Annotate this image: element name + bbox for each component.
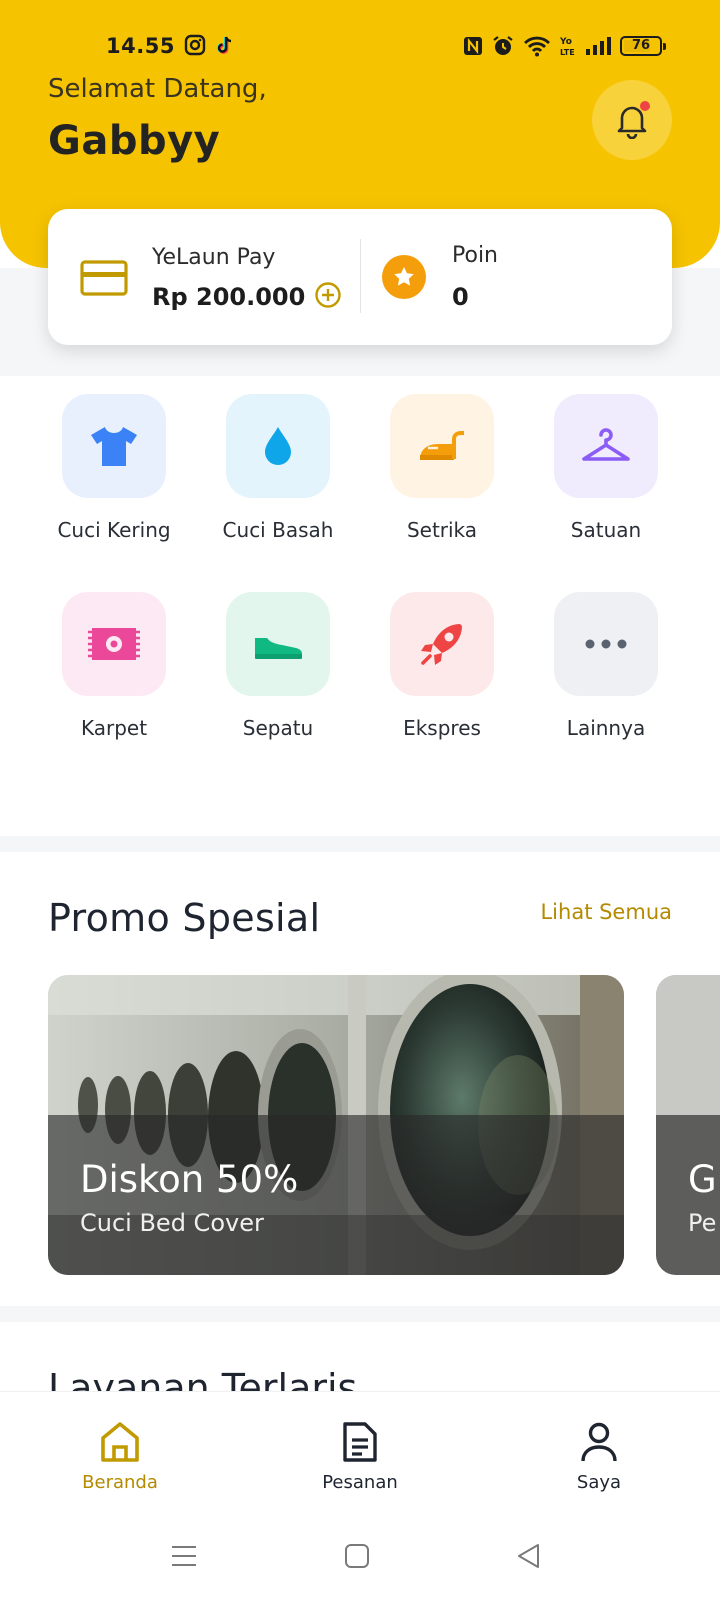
notification-button[interactable] xyxy=(592,80,672,160)
points-badge[interactable] xyxy=(382,255,426,299)
shoe-icon xyxy=(255,637,302,659)
shirt-icon xyxy=(91,427,137,466)
section-divider xyxy=(0,836,720,852)
service-label: Sepatu xyxy=(242,716,314,740)
wallet-card: YeLaun Pay Rp 200.000 Poin 0 xyxy=(48,209,672,345)
home-icon xyxy=(101,1422,139,1462)
iron-icon xyxy=(420,431,464,460)
svg-text:Yo: Yo xyxy=(560,37,572,47)
document-icon xyxy=(343,1422,377,1462)
instagram-icon xyxy=(184,34,206,56)
volte-icon: YoLTE xyxy=(560,37,575,57)
service-lainnya[interactable]: Lainnya xyxy=(531,592,681,740)
card-divider xyxy=(360,239,361,313)
rocket-icon xyxy=(421,624,462,665)
nav-pesanan[interactable]: Pesanan xyxy=(300,1420,420,1493)
promo-card[interactable]: G Pe xyxy=(656,975,720,1275)
service-label: Ekspres xyxy=(403,716,481,740)
service-label: Setrika xyxy=(406,518,478,542)
nav-beranda[interactable]: Beranda xyxy=(60,1420,180,1493)
bottom-navigation: Beranda Pesanan Saya xyxy=(0,1391,720,1521)
back-icon[interactable] xyxy=(516,1543,542,1569)
nav-label: Saya xyxy=(576,1472,622,1493)
status-time: 14.55 xyxy=(106,34,175,58)
service-label: Cuci Basah xyxy=(222,518,334,542)
promo-headline: Diskon 50% xyxy=(80,1158,299,1201)
battery-indicator: 76 xyxy=(620,36,666,56)
recent-apps-icon[interactable] xyxy=(171,1543,197,1569)
service-cuci-basah[interactable]: Cuci Basah xyxy=(203,394,353,542)
wallet-label: YeLaun Pay xyxy=(152,245,276,270)
service-cuci-kering[interactable]: Cuci Kering xyxy=(39,394,189,542)
service-label: Lainnya xyxy=(566,716,646,740)
nfc-icon xyxy=(464,37,482,55)
service-label: Karpet xyxy=(80,716,148,740)
star-icon xyxy=(394,267,414,286)
hanger-icon xyxy=(582,428,630,461)
service-karpet[interactable]: Karpet xyxy=(39,592,189,740)
see-all-link[interactable]: Lihat Semua xyxy=(540,900,672,924)
wifi-icon xyxy=(524,36,550,57)
nav-saya[interactable]: Saya xyxy=(539,1420,659,1493)
credit-card-icon xyxy=(80,260,128,296)
home-button-icon[interactable] xyxy=(344,1543,370,1569)
promo-section-title: Promo Spesial xyxy=(48,896,321,940)
service-satuan[interactable]: Satuan xyxy=(531,394,681,542)
system-navigation-bar xyxy=(0,1521,720,1600)
signal-icon xyxy=(586,37,611,55)
points-label: Poin xyxy=(452,243,498,268)
service-setrika[interactable]: Setrika xyxy=(367,394,517,542)
svg-text:LTE: LTE xyxy=(560,48,575,57)
service-ekspres[interactable]: Ekspres xyxy=(367,592,517,740)
wallet-balance: Rp 200.000 xyxy=(152,283,306,311)
top-up-icon[interactable] xyxy=(314,281,342,309)
alarm-icon xyxy=(493,36,513,55)
notification-dot xyxy=(640,101,650,111)
battery-level: 76 xyxy=(631,38,651,53)
tiktok-icon xyxy=(216,36,232,54)
service-label: Satuan xyxy=(570,518,642,542)
promo-subtitle: Cuci Bed Cover xyxy=(80,1209,264,1237)
promo-card[interactable]: Diskon 50% Cuci Bed Cover xyxy=(48,975,624,1275)
nav-label: Beranda xyxy=(82,1472,158,1493)
carpet-icon xyxy=(88,628,140,660)
user-icon xyxy=(581,1422,617,1462)
promo-headline: G xyxy=(688,1158,717,1201)
more-dots-icon xyxy=(585,639,627,649)
nav-label: Pesanan xyxy=(322,1472,398,1493)
username: Gabbyy xyxy=(48,118,221,164)
section-divider xyxy=(0,1306,720,1322)
greeting-text: Selamat Datang, xyxy=(48,74,267,104)
water-drop-icon xyxy=(265,427,291,465)
promo-subtitle: Pe xyxy=(688,1209,717,1237)
points-value: 0 xyxy=(452,283,469,311)
service-sepatu[interactable]: Sepatu xyxy=(203,592,353,740)
service-label: Cuci Kering xyxy=(57,518,171,542)
status-bar: 14.55 Yo LTE 76 xyxy=(0,30,720,66)
